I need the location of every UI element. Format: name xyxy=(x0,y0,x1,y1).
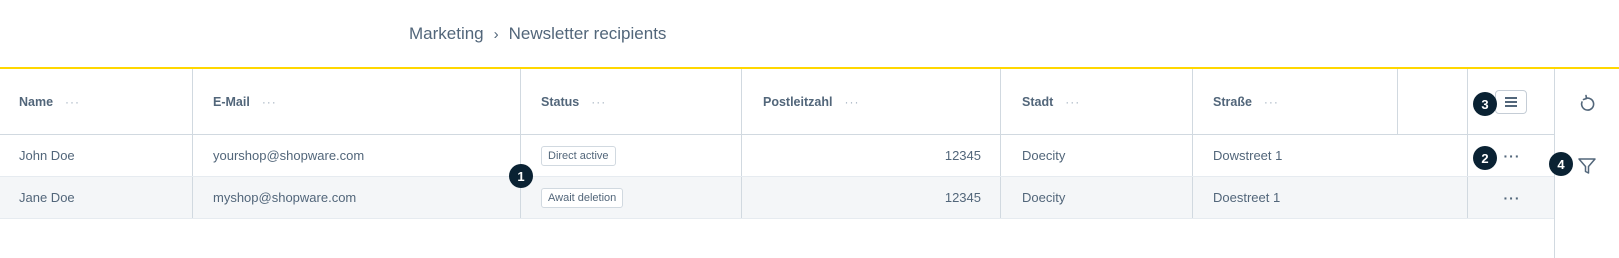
row-actions-cell: ··· xyxy=(1495,177,1529,218)
column-header-stadt[interactable]: Stadt ··· xyxy=(1001,69,1192,134)
refresh-button[interactable] xyxy=(1573,91,1601,117)
table-row[interactable]: John Doe yourshop@shopware.com Direct ac… xyxy=(0,135,1554,177)
more-options-icon[interactable]: ··· xyxy=(1264,95,1279,109)
marker-1: 1 xyxy=(509,164,533,188)
cell-name[interactable]: John Doe xyxy=(0,135,193,176)
cell-status: Await deletion xyxy=(521,177,742,218)
table-header-row: Name ··· E-Mail ··· Status ··· Postleitz… xyxy=(0,69,1554,135)
more-options-icon[interactable]: ··· xyxy=(262,95,277,109)
column-header-email[interactable]: E-Mail ··· xyxy=(193,69,520,134)
column-header-name[interactable]: Name ··· xyxy=(0,69,193,134)
marker-4: 4 xyxy=(1549,152,1573,176)
cell-stadt[interactable]: Doecity xyxy=(1001,177,1192,218)
more-options-icon[interactable]: ··· xyxy=(65,95,80,109)
column-header-postleitzahl[interactable]: Postleitzahl ··· xyxy=(742,69,1000,134)
cell-strasse[interactable]: Dowstreet 1 xyxy=(1193,135,1397,176)
cell-stadt[interactable]: Doecity xyxy=(1001,135,1192,176)
row-actions-icon[interactable]: ··· xyxy=(1504,190,1521,206)
refresh-icon xyxy=(1580,94,1595,111)
hamburger-menu-icon xyxy=(1505,96,1517,107)
more-options-icon[interactable]: ··· xyxy=(591,95,606,109)
marker-2: 2 xyxy=(1473,146,1497,170)
column-header-status[interactable]: Status ··· xyxy=(521,69,742,134)
breadcrumb-parent[interactable]: Marketing xyxy=(409,24,484,44)
column-settings-cell xyxy=(1495,69,1529,134)
breadcrumb-current: Newsletter recipients xyxy=(508,24,667,43)
breadcrumb: Marketing › Newsletter recipients xyxy=(409,24,666,44)
data-grid: Name ··· E-Mail ··· Status ··· Postleitz… xyxy=(0,69,1554,219)
row-actions-icon[interactable]: ··· xyxy=(1504,148,1521,164)
table-row[interactable]: Jane Doe myshop@shopware.com Await delet… xyxy=(0,177,1554,219)
cell-postleitzahl[interactable]: 12345 xyxy=(742,135,981,176)
filter-icon xyxy=(1578,158,1596,174)
more-options-icon[interactable]: ··· xyxy=(1065,95,1080,109)
cell-name[interactable]: Jane Doe xyxy=(0,177,193,218)
row-actions-cell: ··· xyxy=(1495,135,1529,176)
status-badge: Direct active xyxy=(541,145,616,166)
cell-status: Direct active xyxy=(521,135,742,176)
more-options-icon[interactable]: ··· xyxy=(844,95,859,109)
column-header-strasse[interactable]: Straße ··· xyxy=(1193,69,1397,134)
chevron-right-icon: › xyxy=(493,25,499,43)
cell-postleitzahl[interactable]: 12345 xyxy=(742,177,981,218)
filter-button[interactable] xyxy=(1574,153,1600,179)
cell-strasse[interactable]: Doestreet 1 xyxy=(1193,177,1397,218)
cell-email[interactable]: yourshop@shopware.com xyxy=(193,135,520,176)
marker-3: 3 xyxy=(1473,92,1497,116)
column-settings-button[interactable] xyxy=(1495,89,1527,114)
cell-email[interactable]: myshop@shopware.com xyxy=(193,177,520,218)
top-bar: Marketing › Newsletter recipients xyxy=(0,0,1619,69)
status-badge: Await deletion xyxy=(541,187,624,208)
